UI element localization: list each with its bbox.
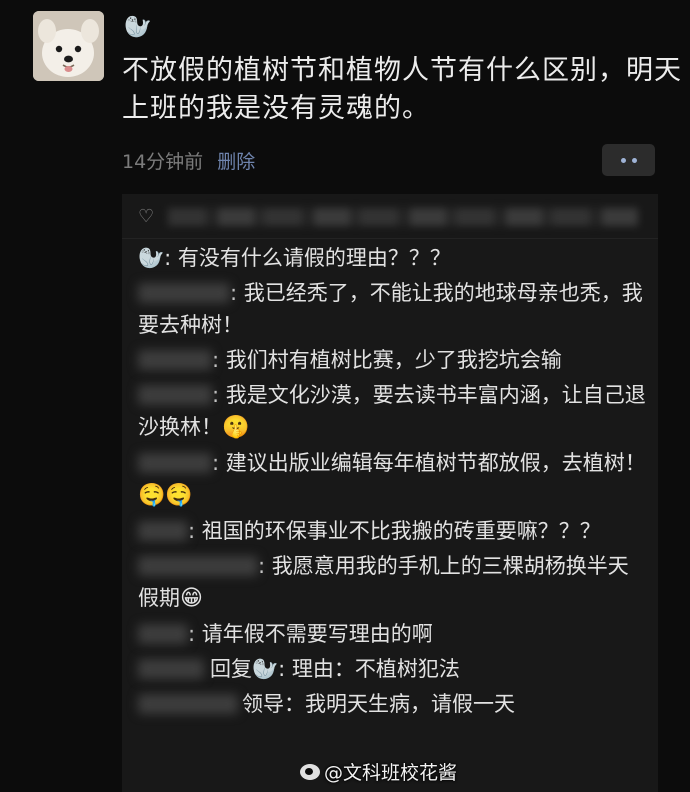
author-avatar[interactable] [33,11,104,81]
heart-icon: ♡ [138,206,155,227]
commenter-name-blurred[interactable] [138,521,188,541]
delete-link[interactable]: 删除 [217,151,255,173]
post-meta: 14分钟前 删除 [122,147,255,174]
comment[interactable]: : 我愿意用我的手机上的三棵胡杨换半天假期😁 [138,550,648,615]
comment[interactable]: : 建议出版业编辑每年植树节都放假，去植树！ 🤤🤤 [138,447,648,512]
comment-text: : 请年假不需要写理由的啊 [188,622,433,646]
post-time: 14分钟前 [122,151,204,173]
commenter-emoji[interactable]: 🦭 [138,246,164,270]
commenter-name-blurred[interactable] [138,556,258,576]
commenter-name-blurred[interactable] [138,385,212,405]
author-name-emoji[interactable]: 🦭 [124,14,151,42]
weibo-icon [300,763,320,780]
more-options-button[interactable] [602,144,655,176]
reply-label: 回复 [210,657,252,681]
reply-target-emoji[interactable]: 🦭 [252,657,278,681]
comment-text: : 建议出版业编辑每年植树节都放假，去植树！ [212,451,646,475]
likes-names-blurred [168,208,638,226]
comment-text: 领导：我明天生病，请假一天 [242,692,515,716]
comment-text: : 祖国的环保事业不比我搬的砖重要嘛？？？ [188,519,601,543]
comment[interactable]: 回复🦭: 理由：不植树犯法 [138,653,648,685]
commenter-name-blurred[interactable] [138,283,230,303]
dog-avatar-image [33,11,104,81]
grin-emoji: 😁 [180,586,203,611]
post-content: 不放假的植树节和植物人节有什么区别，明天上班的我是没有灵魂的。 [122,55,682,124]
comment-text: : 理由：不植树犯法 [278,657,460,681]
comment[interactable]: : 我是文化沙漠，要去读书丰富内涵，让自己退沙换林！🤫 [138,379,648,444]
comment[interactable]: : 祖国的环保事业不比我搬的砖重要嘛？？？ [138,515,648,547]
divider [122,238,658,239]
commenter-name-blurred[interactable] [138,453,212,473]
comment-text: : 我是文化沙漠，要去读书丰富内涵，让自己退沙换林！ [138,383,646,439]
commenter-name-blurred[interactable] [138,694,238,714]
shush-emoji: 🤫 [222,415,250,440]
dot-icon [631,157,637,163]
comment[interactable]: : 请年假不需要写理由的啊 [138,618,648,650]
comment[interactable]: 领导：我明天生病，请假一天 [138,688,648,720]
comment[interactable]: : 我已经秃了，不能让我的地球母亲也秃，我要去种树！ [138,277,648,341]
comment-text: : 我们村有植树比赛，少了我挖坑会输 [212,348,562,372]
drool-emoji: 🤤🤤 [138,483,193,508]
watermark-text: @文科班校花酱 [324,762,458,784]
comment[interactable]: 🦭: 有没有什么请假的理由？？？ [138,242,648,274]
commenter-name-blurred[interactable] [138,659,204,679]
commenter-name-blurred[interactable] [138,624,188,644]
comment-text: : 有没有什么请假的理由？？？ [164,246,451,270]
weibo-watermark: @文科班校花酱 [300,758,457,785]
commenter-name-blurred[interactable] [138,350,212,370]
interaction-panel: ♡ 🦭: 有没有什么请假的理由？？？ : 我已经秃了，不能让我的地球母亲也秃，我… [122,194,658,792]
likes-row: ♡ [138,204,643,230]
dot-icon [620,157,626,163]
comment-list: 🦭: 有没有什么请假的理由？？？ : 我已经秃了，不能让我的地球母亲也秃，我要去… [138,242,648,723]
comment[interactable]: : 我们村有植树比赛，少了我挖坑会输 [138,344,648,376]
